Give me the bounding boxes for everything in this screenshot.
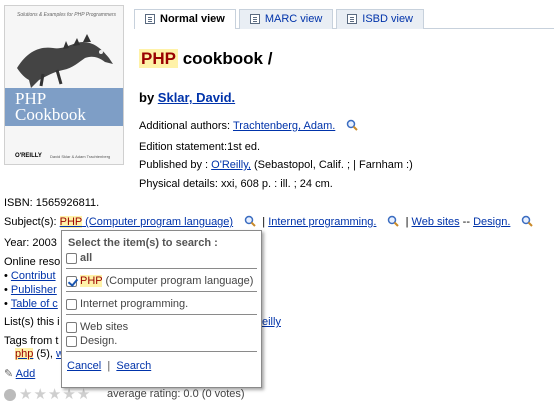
cover-authors: David Sklar & Adam Trachtenberg [50, 154, 111, 159]
record-title: PHP cookbook / [139, 49, 273, 68]
year-row: Year: 2003 [4, 237, 57, 249]
star-icon[interactable]: ★ [33, 387, 46, 402]
cover-title-line2: Cookbook [15, 105, 86, 124]
search-icon[interactable] [244, 215, 256, 227]
title-highlight: PHP [139, 49, 178, 68]
option-design[interactable]: Design. [66, 334, 257, 348]
online-link-3: • Table of c [4, 298, 58, 310]
cover-publisher: O'REILLY [15, 153, 42, 159]
checkbox-all[interactable] [66, 252, 77, 264]
pencil-icon: ✎ [4, 368, 14, 380]
tags-label: Tags from t [4, 335, 59, 347]
subject-search-popup: Select the item(s) to search : all PHP (… [61, 230, 262, 388]
option-all[interactable]: all [66, 251, 257, 265]
subject-php-link[interactable]: PHP (Computer program language) [59, 216, 233, 228]
checkbox-internet-programming[interactable] [66, 298, 77, 310]
additional-authors-row: Additional authors: Trachtenberg, Adam. [139, 119, 359, 132]
tag-php-link[interactable]: php [15, 348, 34, 360]
option-internet-programming[interactable]: Internet programming. [66, 297, 257, 311]
checkbox-php[interactable] [66, 275, 77, 287]
book-cover-image: Solutions & Examples for PHP Programmers… [4, 5, 124, 165]
subject-websites-link[interactable]: Web sites [412, 216, 460, 228]
cancel-rating-icon[interactable] [4, 389, 16, 401]
additional-author-link[interactable]: Trachtenberg, Adam. [233, 120, 335, 132]
marc-view-icon [249, 14, 260, 24]
subject-internet-link[interactable]: Internet programming. [268, 216, 376, 228]
checkbox-web-sites[interactable] [66, 321, 77, 333]
tags-row: php (5), w [15, 348, 64, 360]
edition-row: Edition statement:1st ed. [139, 141, 261, 153]
star-icon[interactable]: ★ [19, 387, 32, 402]
option-php[interactable]: PHP (Computer program language) [66, 274, 257, 288]
star-icon[interactable]: ★ [62, 387, 75, 402]
search-icon[interactable] [346, 119, 359, 131]
isbn-row: ISBN: 1565926811. [4, 197, 100, 209]
option-web-sites[interactable]: Web sites [66, 320, 257, 334]
online-link-1: • Contribut [4, 270, 56, 282]
isbd-view-icon [347, 14, 358, 24]
tab-normal-view[interactable]: Normal view [134, 9, 236, 29]
lists-link: eilly [262, 316, 281, 328]
popup-actions: Cancel | Search [67, 360, 152, 372]
tab-marc-view[interactable]: MARC view [238, 9, 334, 29]
author-line: by Sklar, David. [139, 90, 236, 105]
published-row: Published by : O'Reilly, (Sebastopol, Ca… [139, 159, 413, 171]
cover-tagline: Solutions & Examples for PHP Programmers [17, 12, 117, 18]
average-rating-text: average rating: 0.0 (0 votes) [107, 388, 245, 400]
iguana-illustration [17, 34, 113, 88]
star-icon[interactable]: ★ [77, 387, 90, 402]
lists-row: List(s) this i [4, 316, 60, 328]
author-link[interactable]: Sklar, David. [158, 90, 235, 105]
tab-isbd-view[interactable]: ISBD view [336, 9, 425, 29]
cancel-button[interactable]: Cancel [67, 360, 101, 372]
popup-header: Select the item(s) to search : [68, 237, 218, 249]
subject-design-link[interactable]: Design. [473, 216, 510, 228]
subjects-row: Subject(s): PHP (Computer program langua… [4, 215, 534, 228]
star-icon[interactable]: ★ [48, 387, 61, 402]
search-icon[interactable] [521, 215, 534, 227]
view-tabs: Normal view MARC view ISBD view [134, 9, 427, 29]
star-rating[interactable]: ★ ★ ★ ★ ★ [4, 387, 90, 402]
search-icon[interactable] [387, 215, 400, 227]
online-link-2: • Publisher [4, 284, 57, 296]
add-tag-link[interactable]: Add [16, 368, 36, 380]
checkbox-design[interactable] [66, 335, 77, 347]
normal-view-icon [145, 14, 155, 24]
physical-details-row: Physical details: xxi, 608 p. : ill. ; 2… [139, 178, 333, 190]
publisher-link[interactable]: O'Reilly, [211, 159, 251, 171]
add-tag-row: ✎ Add [4, 367, 35, 380]
online-resources-label: Online reso [4, 256, 61, 268]
search-button[interactable]: Search [116, 360, 151, 372]
